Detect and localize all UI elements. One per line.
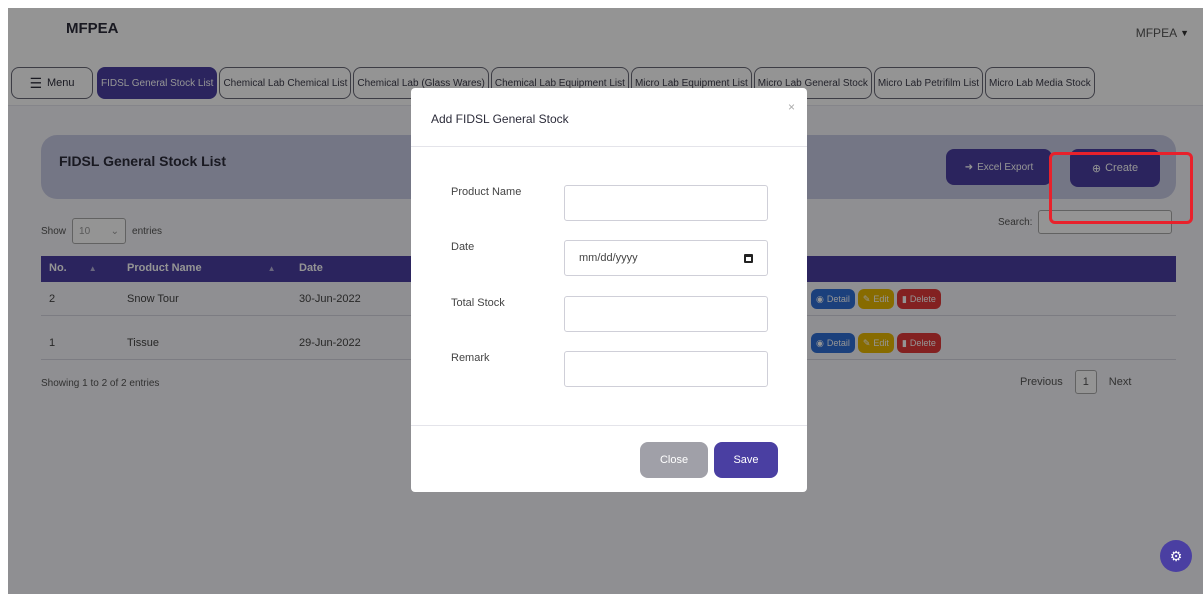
add-stock-modal: Add FIDSL General Stock × Product Name D… xyxy=(411,88,807,492)
save-button[interactable]: Save xyxy=(714,442,778,478)
create-highlight-box xyxy=(1049,152,1193,224)
settings-button[interactable]: ⚙ xyxy=(1160,540,1192,572)
modal-divider xyxy=(411,425,807,426)
close-icon[interactable]: × xyxy=(788,100,795,114)
calendar-icon[interactable] xyxy=(744,253,753,263)
modal-divider xyxy=(411,146,807,147)
total-stock-label: Total Stock xyxy=(451,297,505,309)
gear-icon: ⚙ xyxy=(1169,547,1183,564)
app: MFPEA MFPEA ▼ ☰ Menu FIDSL General Stock… xyxy=(8,8,1203,594)
remark-label: Remark xyxy=(451,352,490,364)
date-input[interactable]: mm/dd/yyyy xyxy=(564,240,768,276)
date-label: Date xyxy=(451,241,475,253)
modal-title: Add FIDSL General Stock xyxy=(431,112,569,126)
product-name-label: Product Name xyxy=(451,186,522,198)
close-button[interactable]: Close xyxy=(640,442,708,478)
product-name-input[interactable] xyxy=(564,185,768,221)
total-stock-input[interactable] xyxy=(564,296,768,332)
remark-input[interactable] xyxy=(564,351,768,387)
date-input-value: mm/dd/yyyy xyxy=(579,252,638,264)
